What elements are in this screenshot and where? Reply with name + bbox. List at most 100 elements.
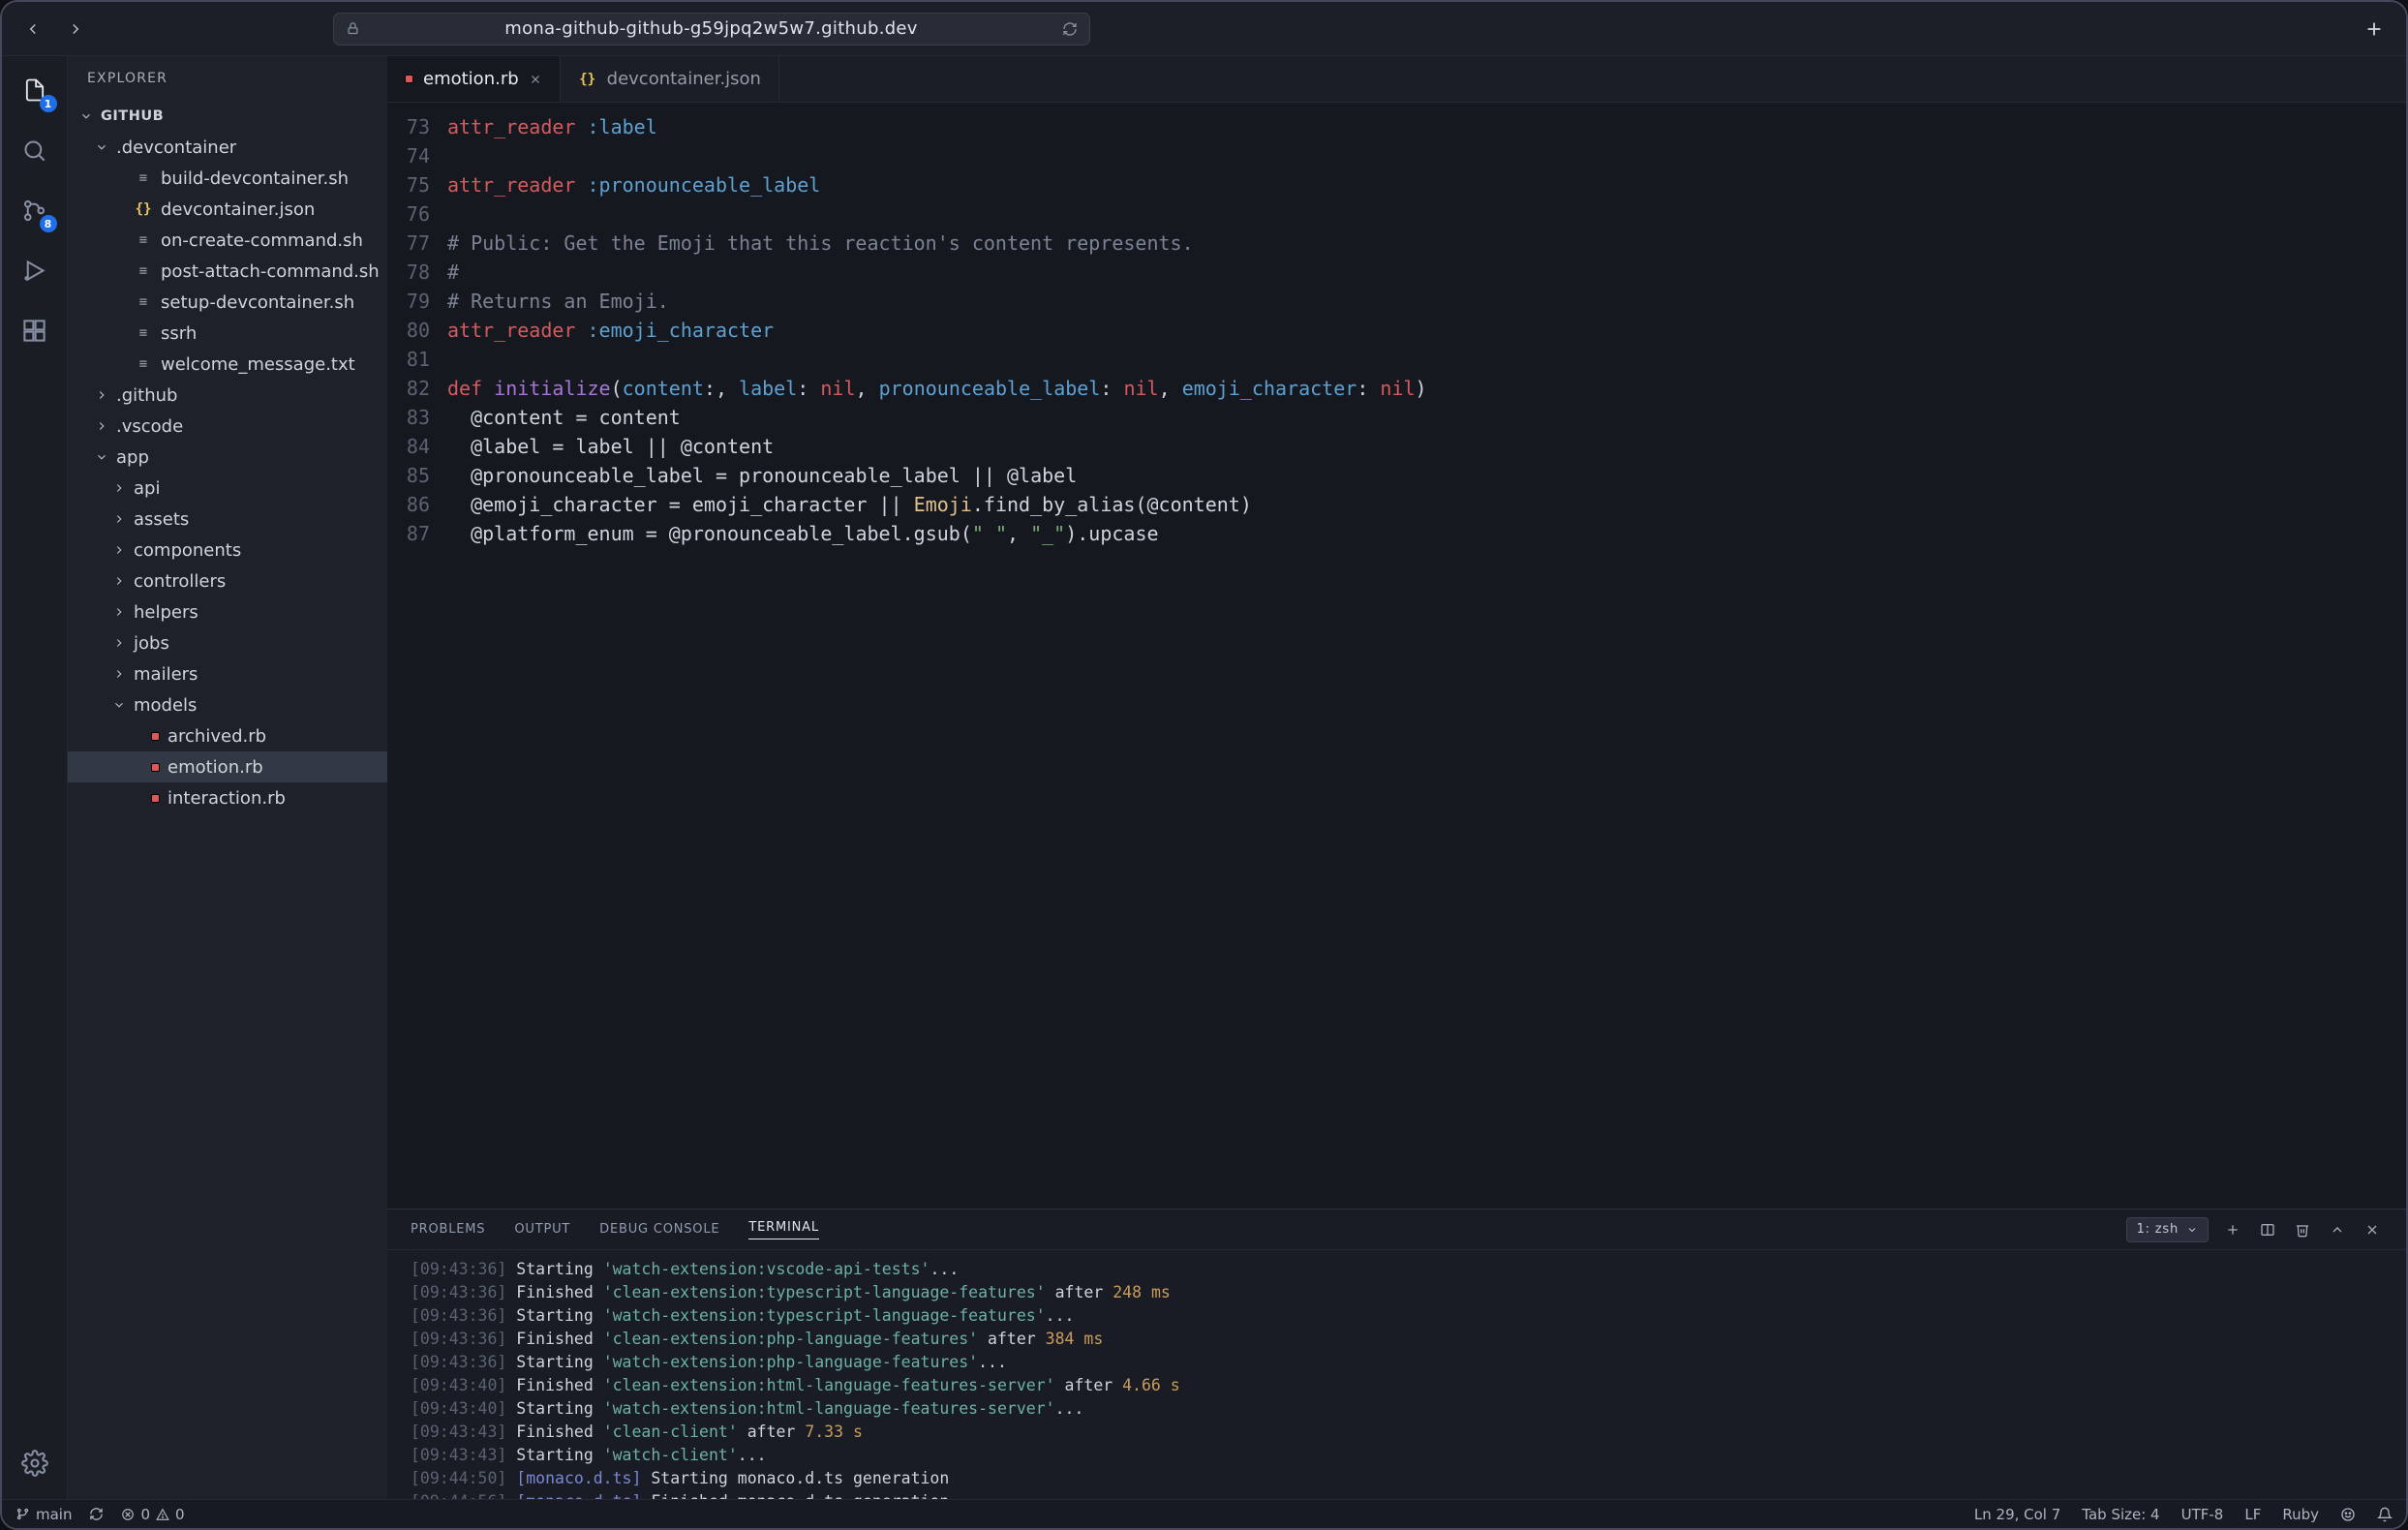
settings-icon[interactable] (16, 1445, 53, 1482)
file-icon: ≡ (134, 356, 153, 372)
file-item[interactable]: ≡post-attach-command.sh (68, 256, 387, 287)
nav-forward-button[interactable] (58, 12, 93, 46)
folder-item[interactable]: models (68, 689, 387, 720)
feedback-icon[interactable] (2340, 1507, 2356, 1522)
panel-tab[interactable]: PROBLEMS (411, 1222, 485, 1237)
extensions-icon[interactable] (16, 312, 53, 349)
language-mode[interactable]: Ruby (2282, 1506, 2319, 1523)
terminal-output[interactable]: [09:43:36] Starting 'watch-extension:vsc… (387, 1250, 2406, 1499)
line-number: 74 (387, 141, 447, 170)
tab-size[interactable]: Tab Size: 4 (2082, 1506, 2159, 1523)
file-item[interactable]: {}devcontainer.json (68, 194, 387, 225)
bottom-panel: PROBLEMS OUTPUT DEBUG CONSOLE TERMINAL 1: z… (387, 1209, 2406, 1499)
sync-button[interactable] (89, 1507, 104, 1521)
notifications-icon[interactable] (2377, 1507, 2393, 1522)
chevron-right-icon (95, 419, 108, 433)
folder-item[interactable]: components (68, 535, 387, 566)
run-debug-icon[interactable] (16, 252, 53, 289)
line-number: 84 (387, 432, 447, 461)
line-number: 83 (387, 403, 447, 432)
activity-bar: 1 8 (2, 56, 68, 1499)
panel-tab[interactable]: OUTPUT (514, 1222, 570, 1237)
chevron-right-icon (112, 605, 126, 619)
sidebar: EXPLORER GITHUB .devcontainer≡build-devc… (68, 56, 387, 1499)
folder-item[interactable]: .devcontainer (68, 132, 387, 163)
titlebar: mona-github-github-g59jpq2w5w7.github.de… (2, 2, 2406, 56)
tree-label: devcontainer.json (161, 199, 315, 220)
folder-item[interactable]: jobs (68, 627, 387, 658)
file-item[interactable]: interaction.rb (68, 782, 387, 813)
address-bar[interactable]: mona-github-github-g59jpq2w5w7.github.de… (333, 13, 1090, 46)
folder-item[interactable]: .github (68, 380, 387, 411)
git-branch[interactable]: main (15, 1506, 72, 1523)
file-icon: ≡ (134, 294, 153, 310)
tree-label: .devcontainer (116, 138, 236, 158)
chevron-right-icon (112, 512, 126, 526)
folder-item[interactable]: api (68, 473, 387, 504)
tree-label: emotion.rb (168, 757, 263, 778)
search-icon[interactable] (16, 132, 53, 168)
file-item[interactable]: archived.rb (68, 720, 387, 751)
terminal-selector[interactable]: 1: zsh (2126, 1217, 2209, 1242)
code-editor[interactable]: 73attr_reader :label7475attr_reader :pro… (387, 103, 2406, 1209)
line-number: 82 (387, 374, 447, 403)
lock-icon (346, 21, 360, 36)
folder-item[interactable]: app (68, 442, 387, 473)
panel-tab[interactable]: TERMINAL (748, 1220, 819, 1239)
new-terminal-button[interactable] (2222, 1222, 2243, 1238)
source-control-icon[interactable]: 8 (16, 192, 53, 229)
folder-item[interactable]: .vscode (68, 411, 387, 442)
close-panel-button[interactable] (2362, 1222, 2383, 1238)
file-item[interactable]: ≡on-create-command.sh (68, 225, 387, 256)
close-tab-button[interactable] (529, 73, 542, 86)
line-number: 79 (387, 287, 447, 316)
maximize-panel-button[interactable] (2327, 1222, 2348, 1238)
trash-terminal-button[interactable] (2292, 1222, 2313, 1238)
line-number: 80 (387, 316, 447, 345)
tree-label: post-attach-command.sh (161, 261, 380, 282)
chevron-right-icon (112, 543, 126, 557)
tree-label: ssrh (161, 323, 197, 344)
folder-item[interactable]: helpers (68, 597, 387, 627)
folder-item[interactable]: assets (68, 504, 387, 535)
encoding[interactable]: UTF-8 (2181, 1506, 2224, 1523)
file-item[interactable]: ≡ssrh (68, 318, 387, 349)
editor-tab[interactable]: emotion.rb (387, 56, 561, 102)
line-number: 81 (387, 345, 447, 374)
tree-label: interaction.rb (168, 788, 286, 809)
chevron-down-icon (95, 450, 108, 464)
reload-icon[interactable] (1062, 21, 1078, 37)
line-number: 76 (387, 199, 447, 229)
nav-back-button[interactable] (15, 12, 50, 46)
repo-root[interactable]: GITHUB (68, 101, 387, 132)
status-bar: main 0 0 Ln 29, Col 7 Tab Size: 4 UTF-8 … (2, 1499, 2406, 1528)
line-number: 86 (387, 490, 447, 519)
file-item[interactable]: ≡welcome_message.txt (68, 349, 387, 380)
ruby-icon (405, 75, 413, 83)
file-item[interactable]: ≡setup-devcontainer.sh (68, 287, 387, 318)
explorer-badge: 1 (40, 95, 57, 112)
chevron-right-icon (112, 636, 126, 650)
tree-label: api (134, 478, 160, 499)
explorer-icon[interactable]: 1 (16, 72, 53, 108)
eol[interactable]: LF (2244, 1506, 2261, 1523)
chevron-right-icon (112, 481, 126, 495)
editor-tab[interactable]: {}devcontainer.json (561, 56, 779, 102)
folder-item[interactable]: mailers (68, 658, 387, 689)
tree-label: models (134, 695, 197, 716)
line-number: 75 (387, 170, 447, 199)
line-number: 77 (387, 229, 447, 258)
folder-item[interactable]: controllers (68, 566, 387, 597)
ruby-icon (151, 732, 160, 741)
tree-label: on-create-command.sh (161, 230, 363, 251)
new-tab-button[interactable] (2356, 11, 2393, 47)
split-terminal-button[interactable] (2257, 1222, 2278, 1238)
file-item[interactable]: emotion.rb (68, 751, 387, 782)
cursor-position[interactable]: Ln 29, Col 7 (1974, 1506, 2060, 1523)
tree-label: .vscode (116, 416, 183, 437)
json-icon: {} (578, 72, 597, 87)
panel-tab[interactable]: DEBUG CONSOLE (599, 1222, 719, 1237)
file-item[interactable]: ≡build-devcontainer.sh (68, 163, 387, 194)
errors-warnings[interactable]: 0 0 (121, 1506, 184, 1523)
line-number: 73 (387, 112, 447, 141)
